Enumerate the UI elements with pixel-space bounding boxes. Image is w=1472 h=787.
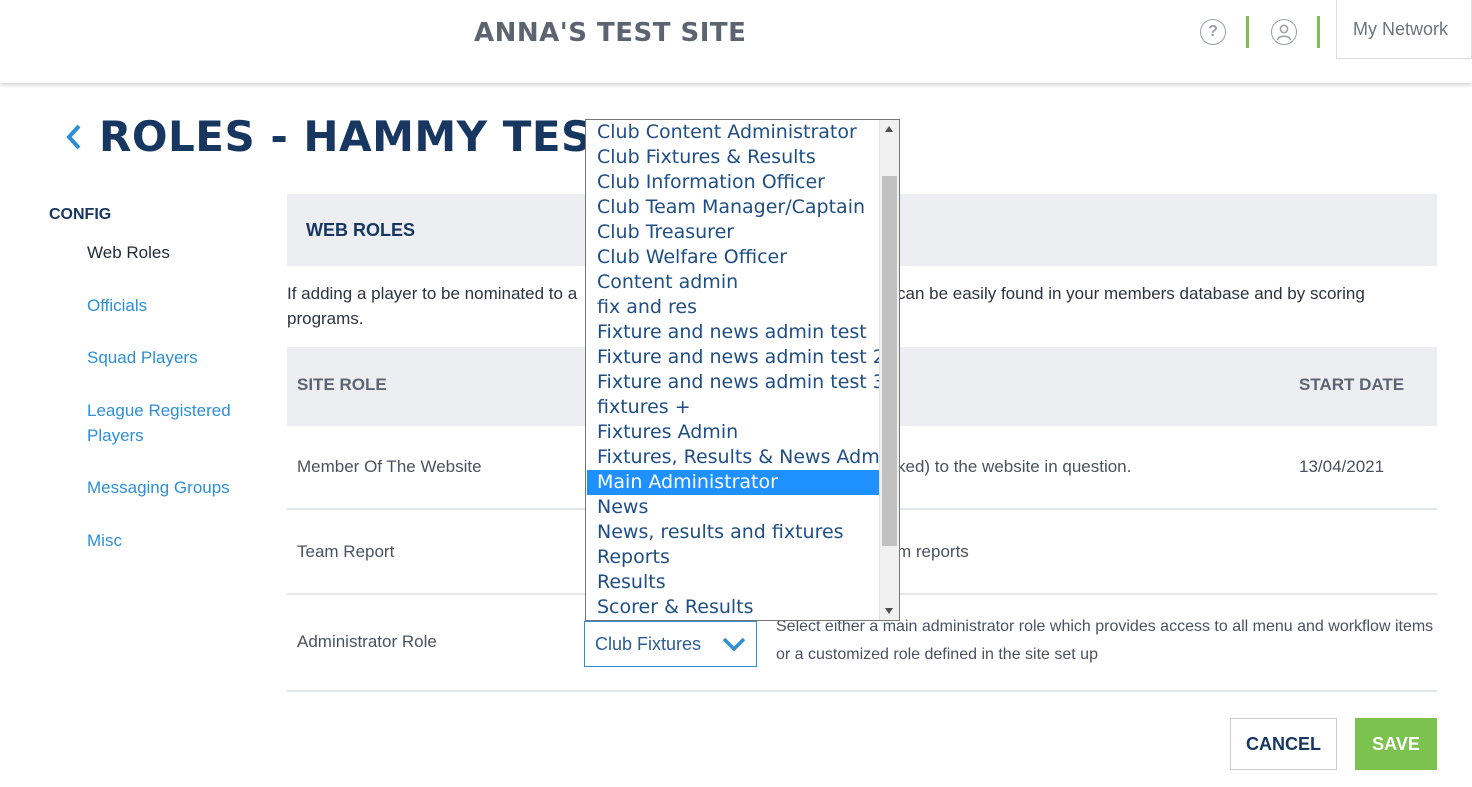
help-glyph: ? — [1208, 23, 1218, 40]
dropdown-option[interactable]: Club Information Officer — [587, 170, 879, 195]
scroll-up-icon[interactable] — [885, 126, 893, 132]
dropdown-option[interactable]: Reports — [587, 545, 879, 570]
dropdown-option[interactable]: News — [587, 495, 879, 520]
dropdown-option[interactable]: News, results and fixtures — [587, 520, 879, 545]
dropdown-option[interactable]: Club Fixtures & Results — [587, 145, 879, 170]
scrollbar[interactable] — [879, 120, 899, 620]
intro-part2: can be easily found in your members data… — [897, 284, 1365, 303]
scroll-down-icon[interactable] — [885, 608, 893, 614]
site-title[interactable]: ANNA'S TEST SITE — [474, 18, 746, 48]
dropdown-option[interactable]: Fixture and news admin test — [587, 320, 879, 345]
dropdown-option[interactable]: Main Administrator — [587, 470, 879, 495]
my-network-button[interactable]: My Network — [1336, 0, 1472, 59]
sidebar-item-officials[interactable]: Officials — [87, 293, 257, 318]
dropdown-option[interactable]: Club Treasurer — [587, 220, 879, 245]
page-title: ROLES - HAMMY TEST — [99, 112, 621, 161]
divider — [1246, 16, 1249, 48]
role-description-line2: or a customized role defined in the site… — [776, 646, 1098, 663]
role-name: Administrator Role — [297, 632, 437, 651]
user-icon[interactable] — [1271, 19, 1297, 45]
sidebar-item-league-registered-players[interactable]: League Registered Players — [87, 398, 247, 448]
intro-part3: programs. — [287, 309, 364, 328]
scrollbar-thumb[interactable] — [882, 176, 897, 546]
dropdown-option[interactable]: fix and res — [587, 295, 879, 320]
dropdown-option[interactable]: Results — [587, 570, 879, 595]
intro-part1: If adding a player to be nominated to a — [287, 284, 578, 303]
save-button[interactable]: SAVE — [1355, 718, 1437, 770]
dropdown-option[interactable]: Scorer & Results — [587, 595, 879, 620]
dropdown-option[interactable]: Club Content Administrator — [587, 120, 879, 145]
role-name: Member Of The Website — [297, 457, 482, 476]
sidebar-item-web-roles[interactable]: Web Roles — [87, 240, 257, 265]
dropdown-option[interactable]: fixtures + — [587, 395, 879, 420]
sidebar-item-misc[interactable]: Misc — [87, 528, 257, 553]
dropdown-option[interactable]: Club Team Manager/Captain — [587, 195, 879, 220]
cancel-button[interactable]: CANCEL — [1230, 718, 1337, 770]
dropdown-option[interactable]: Fixtures, Results & News Admin — [587, 445, 897, 470]
sidebar-section-label: CONFIG — [49, 206, 112, 223]
dropdown-option[interactable]: Club Welfare Officer — [587, 245, 879, 270]
role-description: ked) to the website in question. — [897, 457, 1132, 476]
role-description: m reports — [897, 542, 969, 561]
chevron-down-icon — [720, 634, 748, 659]
select-value: Club Fixtures & Results — [595, 634, 705, 654]
user-glyph — [1276, 24, 1292, 41]
help-icon[interactable]: ? — [1200, 19, 1226, 45]
administrator-role-select[interactable]: Club Fixtures & Results — [584, 621, 757, 667]
sidebar-item-squad-players[interactable]: Squad Players — [87, 345, 257, 370]
section-title: WEB ROLES — [306, 220, 416, 240]
role-start-date: 13/04/2021 — [1299, 457, 1385, 476]
column-header-site-role: SITE ROLE — [297, 375, 387, 394]
role-options-listbox[interactable]: Club Content Administrator Club Fixtures … — [585, 119, 900, 621]
dropdown-option[interactable]: Fixture and news admin test 3 — [587, 370, 885, 395]
dropdown-option[interactable]: Fixtures Admin — [587, 420, 879, 445]
sidebar-item-messaging-groups[interactable]: Messaging Groups — [87, 475, 257, 500]
column-header-start-date: START DATE — [1299, 375, 1405, 394]
role-name: Team Report — [297, 542, 395, 561]
dropdown-option[interactable]: Content admin — [587, 270, 879, 295]
top-bar: ANNA'S TEST SITE ? My Network — [0, 0, 1472, 83]
dropdown-option[interactable]: Fixture and news admin test 2 — [587, 345, 885, 370]
back-chevron-icon[interactable] — [64, 122, 84, 157]
divider — [1317, 16, 1320, 48]
